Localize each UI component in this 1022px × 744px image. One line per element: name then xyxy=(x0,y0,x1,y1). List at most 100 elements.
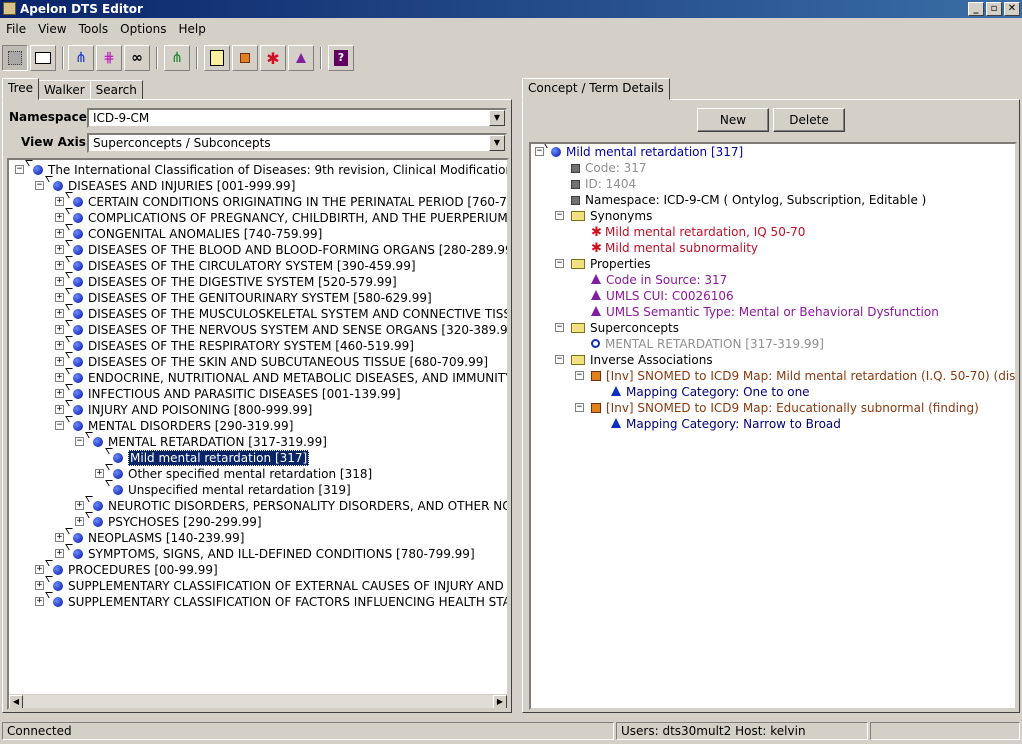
triangle-icon[interactable] xyxy=(288,45,314,71)
collapse-icon[interactable]: − xyxy=(75,437,84,446)
expand-icon[interactable]: + xyxy=(55,389,64,398)
delete-button[interactable]: Delete xyxy=(773,108,845,132)
maximize-button[interactable]: ▫ xyxy=(986,2,1002,16)
tab-walker[interactable]: Walker xyxy=(38,80,91,100)
detail-node[interactable]: [Inv] SNOMED to ICD9 Map: Mild mental re… xyxy=(591,368,1015,384)
menu-help[interactable]: Help xyxy=(172,20,211,40)
collapse-icon[interactable]: − xyxy=(55,421,64,430)
tree-node[interactable]: Unspecified mental retardation [319] xyxy=(113,482,351,498)
detail-node[interactable]: ID: 1404 xyxy=(571,176,636,192)
tree-node[interactable]: SUPPLEMENTARY CLASSIFICATION OF FACTORS … xyxy=(53,594,507,610)
tab-tree[interactable]: Tree xyxy=(2,78,40,100)
tree-node[interactable]: DISEASES OF THE MUSCULOSKELETAL SYSTEM A… xyxy=(73,306,507,322)
expand-icon[interactable]: + xyxy=(35,581,44,590)
expand-icon[interactable]: + xyxy=(55,229,64,238)
print-icon[interactable] xyxy=(30,45,56,71)
expand-icon[interactable]: + xyxy=(55,261,64,270)
concept-tree[interactable]: − The International Classification of Dis… xyxy=(7,158,509,710)
collapse-icon[interactable]: − xyxy=(555,323,564,332)
detail-node[interactable]: Mapping Category: One to one xyxy=(611,384,810,400)
detail-node[interactable]: MENTAL RETARDATION [317-319.99] xyxy=(591,336,824,352)
expand-icon[interactable]: + xyxy=(55,549,64,558)
tree-node[interactable]: INJURY AND POISONING [800-999.99] xyxy=(73,402,312,418)
expand-icon[interactable]: + xyxy=(55,197,64,206)
detail-node[interactable]: UMLS CUI: C0026106 xyxy=(591,288,734,304)
tree-node[interactable]: DISEASES AND INJURIES [001-999.99] xyxy=(53,178,295,194)
tree-node[interactable]: PSYCHOSES [290-299.99] xyxy=(93,514,262,530)
tree-node[interactable]: DISEASES OF THE NERVOUS SYSTEM AND SENSE… xyxy=(73,322,507,338)
expand-icon[interactable]: + xyxy=(75,517,84,526)
detail-node[interactable]: ✱ Mild mental subnormality xyxy=(591,240,758,256)
chevron-down-icon[interactable]: ▼ xyxy=(489,135,505,151)
detail-node[interactable]: Mild mental retardation [317] xyxy=(551,144,743,160)
detail-node[interactable]: Superconcepts xyxy=(571,320,679,336)
new-button[interactable]: New xyxy=(697,108,769,132)
tree-node[interactable]: PROCEDURES [00-99.99] xyxy=(53,562,218,578)
expand-icon[interactable]: + xyxy=(95,469,104,478)
detail-node[interactable]: Code in Source: 317 xyxy=(591,272,727,288)
tree-node[interactable]: Mild mental retardation [317] xyxy=(113,450,310,466)
detail-node[interactable]: UMLS Semantic Type: Mental or Behavioral… xyxy=(591,304,939,320)
edit-icon[interactable] xyxy=(232,45,258,71)
tree-node[interactable]: CONGENITAL ANOMALIES [740-759.99] xyxy=(73,226,322,242)
list-icon[interactable] xyxy=(204,45,230,71)
tree-node[interactable]: The International Classification of Dise… xyxy=(33,162,507,178)
expand-icon[interactable]: + xyxy=(55,245,64,254)
tree-node[interactable]: DISEASES OF THE SKIN AND SUBCUTANEOUS TI… xyxy=(73,354,488,370)
tree-node[interactable]: DISEASES OF THE DIGESTIVE SYSTEM [520-57… xyxy=(73,274,397,290)
expand-icon[interactable]: + xyxy=(55,357,64,366)
asterisk-icon[interactable]: ✱ xyxy=(260,45,286,71)
tree-node[interactable]: NEOPLASMS [140-239.99] xyxy=(73,530,244,546)
expand-icon[interactable]: + xyxy=(55,277,64,286)
expand-icon[interactable]: + xyxy=(55,533,64,542)
binoculars-icon[interactable]: ∞ xyxy=(124,45,150,71)
minimize-button[interactable]: _ xyxy=(968,2,984,16)
tree-icon[interactable]: ⋔ xyxy=(164,45,190,71)
tab-search[interactable]: Search xyxy=(89,80,143,100)
detail-node[interactable]: Synonyms xyxy=(571,208,652,224)
detail-node[interactable]: Properties xyxy=(571,256,651,272)
layout-icon[interactable] xyxy=(2,45,28,71)
collapse-icon[interactable]: − xyxy=(555,259,564,268)
detail-node[interactable]: Mapping Category: Narrow to Broad xyxy=(611,416,841,432)
tab-concept-term-details[interactable]: Concept / Term Details xyxy=(522,78,670,100)
tree-node[interactable]: DISEASES OF THE GENITOURINARY SYSTEM [58… xyxy=(73,290,432,306)
tree-node[interactable]: MENTAL RETARDATION [317-319.99] xyxy=(93,434,327,450)
expand-icon[interactable]: + xyxy=(55,213,64,222)
tree-node[interactable]: COMPLICATIONS OF PREGNANCY, CHILDBIRTH, … xyxy=(73,210,507,226)
detail-node[interactable]: ✱ Mild mental retardation, IQ 50-70 xyxy=(591,224,805,240)
detail-node[interactable]: Code: 317 xyxy=(571,160,646,176)
collapse-icon[interactable]: − xyxy=(555,211,564,220)
detail-node[interactable]: [Inv] SNOMED to ICD9 Map: Educationally … xyxy=(591,400,979,416)
expand-icon[interactable]: + xyxy=(75,501,84,510)
expand-icon[interactable]: + xyxy=(35,565,44,574)
details-tree[interactable]: − Mild mental retardation [317] Code: 317 I… xyxy=(529,142,1017,710)
expand-icon[interactable]: + xyxy=(55,325,64,334)
tree-node[interactable]: SYMPTOMS, SIGNS, AND ILL-DEFINED CONDITI… xyxy=(73,546,475,562)
menu-options[interactable]: Options xyxy=(114,20,172,40)
menu-tools[interactable]: Tools xyxy=(73,20,115,40)
collapse-icon[interactable]: − xyxy=(15,165,24,174)
tree-node[interactable]: Other specified mental retardation [318] xyxy=(113,466,372,482)
collapse-icon[interactable]: − xyxy=(555,355,564,364)
tree-node[interactable]: NEUROTIC DISORDERS, PERSONALITY DISORDER… xyxy=(93,498,507,514)
hierarchy-icon[interactable]: ⋔ xyxy=(68,45,94,71)
menu-view[interactable]: View xyxy=(32,20,72,40)
expand-icon[interactable]: + xyxy=(35,597,44,606)
collapse-icon[interactable]: − xyxy=(35,181,44,190)
expand-icon[interactable]: + xyxy=(55,373,64,382)
scroll-right-icon[interactable]: ▶ xyxy=(493,695,507,708)
tree-node[interactable]: DISEASES OF THE CIRCULATORY SYSTEM [390-… xyxy=(73,258,416,274)
namespace-select[interactable]: ICD-9-CM ▼ xyxy=(87,108,507,128)
horizontal-scrollbar[interactable]: ◀ ▶ xyxy=(9,694,507,708)
detail-node[interactable]: Inverse Associations xyxy=(571,352,713,368)
tree-node[interactable]: CERTAIN CONDITIONS ORIGINATING IN THE PE… xyxy=(73,194,507,210)
tree-node[interactable]: DISEASES OF THE BLOOD AND BLOOD-FORMING … xyxy=(73,242,507,258)
tree-node[interactable]: SUPPLEMENTARY CLASSIFICATION OF EXTERNAL… xyxy=(53,578,507,594)
scroll-left-icon[interactable]: ◀ xyxy=(9,695,23,708)
help-icon[interactable]: ? xyxy=(328,45,354,71)
view-axis-select[interactable]: Superconcepts / Subconcepts ▼ xyxy=(87,133,507,153)
tree-node[interactable]: INFECTIOUS AND PARASITIC DISEASES [001-1… xyxy=(73,386,401,402)
collapse-icon[interactable]: − xyxy=(575,403,584,412)
expand-icon[interactable]: + xyxy=(55,293,64,302)
